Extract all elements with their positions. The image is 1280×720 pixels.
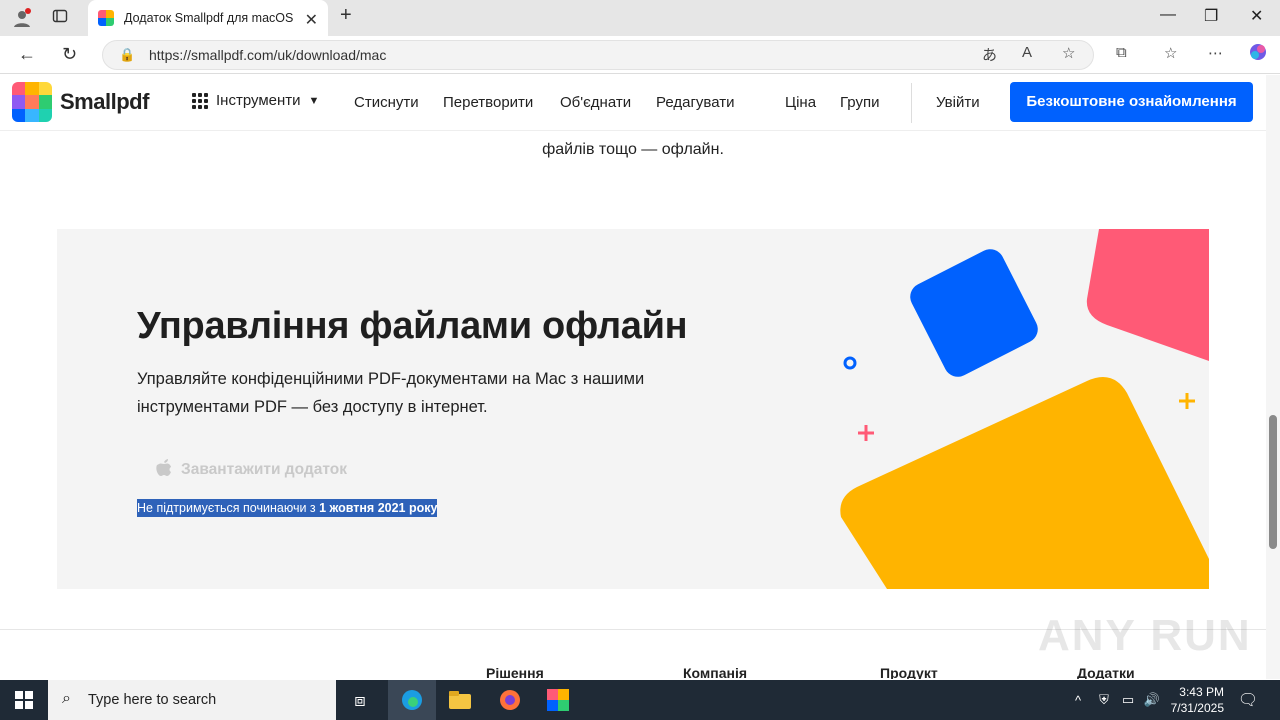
lock-icon: 🔒 xyxy=(119,47,136,62)
notifications-icon[interactable]: 🗨 xyxy=(1236,680,1260,720)
anyrun-watermark: ANY RUN xyxy=(1038,611,1252,660)
nav-convert[interactable]: Перетворити xyxy=(443,94,533,111)
new-tab-icon[interactable]: + xyxy=(340,4,352,27)
tab-title: Додаток Smallpdf для macOS xyxy=(124,11,294,25)
tab-actions-icon[interactable] xyxy=(52,8,68,29)
coral-plus-icon xyxy=(858,425,874,441)
favorite-star-icon[interactable]: ☆ xyxy=(1062,44,1075,62)
read-aloud-icon[interactable]: A xyxy=(1022,44,1032,61)
window-close-icon[interactable]: ✕ xyxy=(1250,6,1263,26)
grid-icon xyxy=(192,92,208,109)
smallpdf-taskbar-icon[interactable] xyxy=(536,680,580,720)
tab-active[interactable]: Додаток Smallpdf для macOS ✕ xyxy=(88,0,328,36)
back-icon[interactable]: ← xyxy=(18,44,36,65)
windows-start-icon[interactable] xyxy=(0,680,48,720)
file-explorer-icon[interactable] xyxy=(438,680,482,720)
smallpdf-logo[interactable]: Smallpdf xyxy=(12,82,149,122)
download-app-button[interactable]: Завантажити додаток xyxy=(155,457,347,482)
windows-taskbar: ⌕ Type here to search ⧈ ^ ⛨ ▭ 🔊 3:43 PM … xyxy=(0,680,1280,720)
url-field[interactable]: 🔒 https://smallpdf.com/uk/download/mac xyxy=(102,40,1094,70)
login-link[interactable]: Увійти xyxy=(936,94,980,111)
url-text: https://smallpdf.com/uk/download/mac xyxy=(149,47,387,63)
nav-divider xyxy=(911,83,912,123)
nav-merge[interactable]: Об'єднати xyxy=(560,94,631,111)
network-icon[interactable]: ▭ xyxy=(1118,680,1138,720)
task-view-icon[interactable]: ⧈ xyxy=(340,680,380,720)
apple-icon xyxy=(155,457,173,482)
volume-icon[interactable]: 🔊 xyxy=(1142,680,1162,720)
taskbar-search[interactable]: ⌕ Type here to search xyxy=(48,680,336,720)
hero-description: Управляйте конфіденційними PDF-документа… xyxy=(137,370,645,416)
scrollbar-thumb[interactable] xyxy=(1269,415,1277,549)
footer-col-apps: Додатки xyxy=(1077,665,1135,679)
tray-security-icon[interactable]: ⛨ xyxy=(1094,680,1114,720)
translate-icon[interactable]: あ xyxy=(982,44,997,65)
chevron-down-icon: ▼ xyxy=(308,94,320,107)
clock-time: 3:43 PM xyxy=(1179,685,1224,699)
smallpdf-favicon xyxy=(98,10,114,26)
download-label: Завантажити додаток xyxy=(181,460,347,478)
site-header: Smallpdf Інструменти ▼ Стиснути Перетвор… xyxy=(0,75,1266,131)
smallpdf-logo-icon xyxy=(12,82,52,122)
footer-col-company: Компанія xyxy=(683,665,748,679)
address-bar-row: ← ↻ 🔒 https://smallpdf.com/uk/download/m… xyxy=(0,36,1280,74)
logo-text: Smallpdf xyxy=(60,89,149,114)
favorites-icon[interactable]: ☆ xyxy=(1164,44,1177,62)
blue-square xyxy=(910,249,1038,377)
free-trial-button[interactable]: Безкоштовне ознайомлення xyxy=(1010,82,1253,122)
search-placeholder: Type here to search xyxy=(88,692,217,708)
taskbar-clock[interactable]: 3:43 PM 7/31/2025 xyxy=(1171,684,1224,716)
search-icon: ⌕ xyxy=(62,690,71,707)
minimize-icon[interactable]: — xyxy=(1160,6,1176,24)
refresh-icon[interactable]: ↻ xyxy=(62,44,77,65)
unsupported-note: Не підтримується починаючи з 1 жовтня 20… xyxy=(137,499,438,517)
nav-compress[interactable]: Стиснути xyxy=(354,94,419,111)
copilot-icon[interactable] xyxy=(1248,42,1268,66)
more-menu-icon[interactable]: ⋯ xyxy=(1208,44,1223,62)
tools-label: Інструменти xyxy=(216,92,301,109)
maximize-icon[interactable]: ❐ xyxy=(1204,6,1218,26)
intro-text: файлів тощо — офлайн. xyxy=(542,141,724,158)
blue-circle xyxy=(843,356,857,370)
page-viewport: Smallpdf Інструменти ▼ Стиснути Перетвор… xyxy=(0,75,1266,679)
note-date: 1 жовтня 2021 року xyxy=(319,501,438,515)
note-prefix: Не підтримується починаючи з xyxy=(137,501,320,515)
yellow-plus-icon xyxy=(1179,393,1195,409)
clock-date: 7/31/2025 xyxy=(1170,701,1224,715)
page-scrollbar[interactable] xyxy=(1266,75,1280,679)
tray-chevron-icon[interactable]: ^ xyxy=(1068,680,1088,720)
coral-shape xyxy=(1086,229,1209,361)
extensions-icon[interactable]: ⧉ xyxy=(1116,44,1127,61)
footer-col-product: Продукт xyxy=(880,665,938,679)
offline-hero-section: Управління файлами офлайн Управляйте кон… xyxy=(57,229,1209,589)
profile-icon[interactable] xyxy=(12,8,32,33)
edge-taskbar-icon[interactable] xyxy=(388,680,436,720)
nav-teams[interactable]: Групи xyxy=(840,94,879,111)
footer-col-solutions: Рішення xyxy=(486,665,544,679)
yellow-shape xyxy=(840,377,1209,589)
browser-tab-bar: Додаток Smallpdf для macOS ✕ + — ❐ ✕ xyxy=(0,0,1280,36)
tools-menu[interactable]: Інструменти ▼ xyxy=(192,92,319,109)
hero-title: Управління файлами офлайн xyxy=(137,305,688,347)
tab-close-icon[interactable]: ✕ xyxy=(305,10,318,30)
nav-edit[interactable]: Редагувати xyxy=(656,94,735,111)
firefox-icon[interactable] xyxy=(488,680,532,720)
nav-pricing[interactable]: Ціна xyxy=(785,94,816,111)
